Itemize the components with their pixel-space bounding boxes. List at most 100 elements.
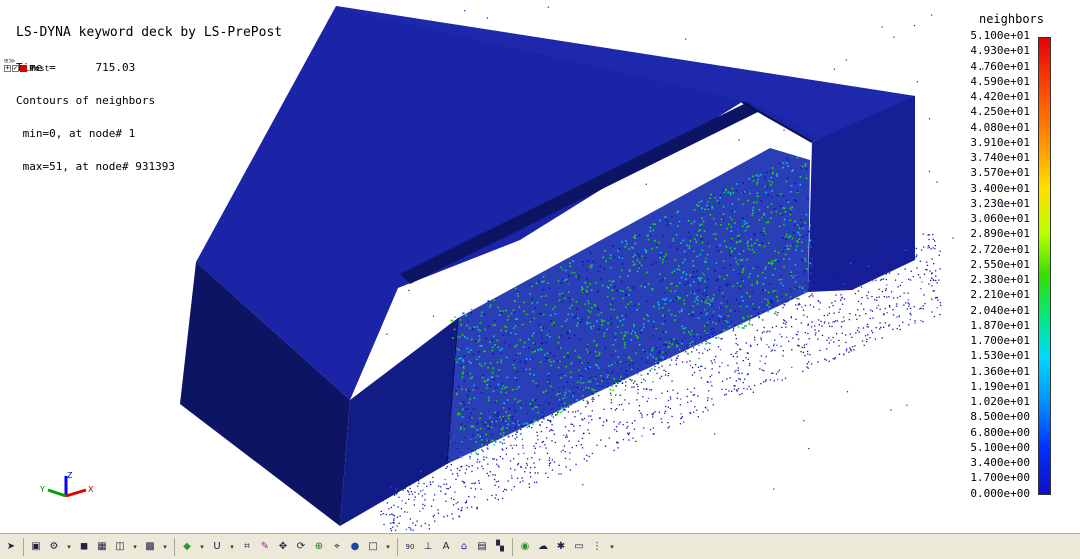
mesh-icon[interactable]: ▩	[142, 539, 158, 555]
brush-icon[interactable]: ✎	[257, 539, 273, 555]
dropdown-icon[interactable]: ▾	[197, 539, 207, 555]
particle	[578, 390, 580, 393]
particle	[570, 404, 573, 406]
particle	[753, 242, 756, 245]
max-line: max=51, at node# 931393	[16, 161, 282, 172]
particle	[629, 289, 631, 291]
screen-icon[interactable]: ▭	[571, 539, 587, 555]
cube-wire-icon[interactable]: ▦	[94, 539, 110, 555]
particle	[602, 256, 604, 259]
cube-front-icon[interactable]: ▣	[28, 539, 44, 555]
particle	[812, 258, 814, 260]
label-icon[interactable]: A	[438, 539, 454, 555]
particle	[760, 200, 763, 202]
particle	[577, 317, 579, 319]
zoom-icon[interactable]: ⊕	[311, 539, 327, 555]
particle	[585, 278, 588, 281]
graphics-viewport[interactable]: LS-DYNA keyword deck by LS-PrePost Time …	[0, 0, 1080, 533]
particle	[632, 247, 634, 249]
particle	[876, 296, 878, 299]
particle	[915, 247, 917, 250]
dropdown-icon[interactable]: ▾	[227, 539, 237, 555]
particle	[641, 309, 643, 311]
particle	[854, 345, 856, 347]
particle	[456, 363, 458, 366]
particle	[507, 315, 510, 318]
particle	[667, 346, 669, 348]
particle	[530, 405, 532, 407]
particle	[437, 512, 440, 514]
particle	[646, 300, 649, 303]
particle	[739, 378, 741, 381]
particle	[676, 345, 679, 348]
gear-icon[interactable]: ⚙	[46, 539, 62, 555]
cube-shaded-icon[interactable]: ◼	[76, 539, 92, 555]
home-icon[interactable]: ⌂	[456, 539, 472, 555]
tag-icon[interactable]: ⌗	[239, 539, 255, 555]
particle	[749, 273, 751, 275]
checkbox-icon[interactable]: ✓	[12, 65, 19, 72]
dropdown-icon[interactable]: ▾	[383, 539, 393, 555]
settings-icon[interactable]: ✱	[553, 539, 569, 555]
grid-icon[interactable]: ▤	[474, 539, 490, 555]
green-ball-icon[interactable]: ◉	[517, 539, 533, 555]
particle	[683, 341, 686, 344]
particle	[616, 289, 618, 292]
particle	[637, 368, 639, 370]
particle	[764, 289, 766, 291]
particle	[514, 325, 517, 327]
pan-icon[interactable]: ⌖	[329, 539, 345, 555]
u-icon[interactable]: U	[209, 539, 225, 555]
particle	[778, 369, 781, 371]
particle	[515, 344, 518, 346]
particle	[704, 203, 707, 206]
particle	[919, 260, 921, 262]
select-arrow-icon[interactable]: ➤	[3, 539, 19, 555]
particle	[898, 325, 900, 327]
particle	[770, 211, 773, 214]
particle	[581, 388, 583, 390]
cloud-icon[interactable]: ☁	[535, 539, 551, 555]
number-90-icon[interactable]: 90	[402, 539, 418, 555]
particle	[626, 344, 628, 347]
particle	[907, 292, 909, 294]
iso-view-icon[interactable]: ◆	[179, 539, 195, 555]
particle	[757, 195, 759, 198]
dropdown-icon[interactable]: ▾	[64, 539, 74, 555]
particle	[477, 434, 479, 436]
axis-icon[interactable]: ⊥	[420, 539, 436, 555]
dropdown-icon[interactable]: ▾	[607, 539, 617, 555]
checker-icon[interactable]: ▚	[492, 539, 508, 555]
particle	[619, 361, 622, 363]
particle	[569, 452, 571, 454]
rotate-icon[interactable]: ⟳	[293, 539, 309, 555]
particle	[723, 329, 726, 331]
particle	[738, 372, 740, 374]
particle	[474, 450, 477, 453]
particle	[626, 375, 628, 377]
dropdown-icon[interactable]: ▾	[130, 539, 140, 555]
particle	[935, 279, 937, 282]
cube-outline-icon[interactable]: □	[365, 539, 381, 555]
particle	[782, 166, 785, 169]
tree-icon[interactable]: ⋮	[589, 539, 605, 555]
particle	[725, 210, 728, 212]
particle	[719, 365, 721, 368]
move-icon[interactable]: ✥	[275, 539, 291, 555]
particle	[733, 385, 735, 387]
cube-edge-icon[interactable]: ◫	[112, 539, 128, 555]
sphere-icon[interactable]: ●	[347, 539, 363, 555]
dropdown-icon[interactable]: ▾	[160, 539, 170, 555]
particle	[576, 381, 579, 384]
particle	[460, 466, 462, 468]
particle	[682, 349, 685, 352]
particle	[669, 222, 672, 225]
particle	[495, 388, 498, 391]
particle	[590, 327, 593, 330]
model-tree-item-post[interactable]: + ✓ Post	[4, 64, 49, 73]
particle	[424, 499, 426, 501]
particle	[422, 489, 424, 491]
particle	[567, 356, 570, 358]
expand-icon[interactable]: +	[4, 65, 11, 72]
particle	[764, 307, 766, 310]
